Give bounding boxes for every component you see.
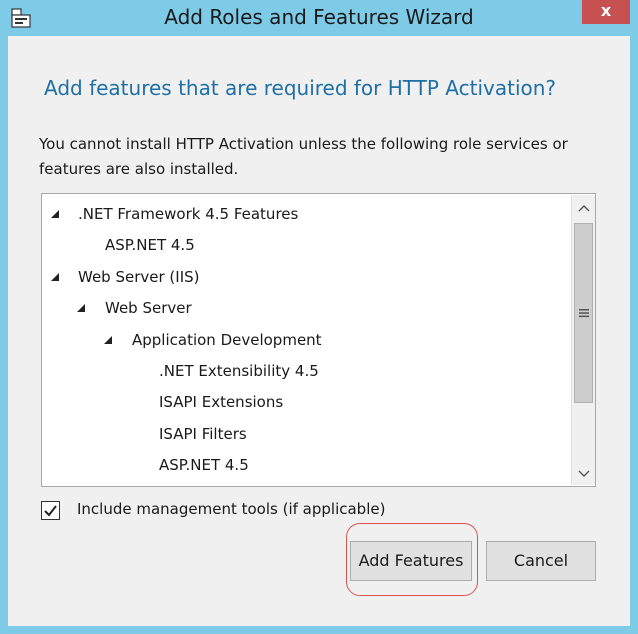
tree-item[interactable]: Web Server (IIS) (42, 265, 567, 289)
tree-item[interactable]: .NET Framework 4.5 Features (42, 202, 567, 226)
title-bar[interactable]: Add Roles and Features Wizard x (0, 0, 638, 36)
window-bottom-border (8, 626, 630, 634)
expanded-triangle-icon[interactable] (103, 335, 113, 345)
tree-item-label: Web Server (IIS) (78, 267, 200, 286)
dialog-heading: Add features that are required for HTTP … (44, 76, 557, 100)
tree-item[interactable]: ASP.NET 4.5 (42, 453, 567, 477)
include-tools-checkbox[interactable] (41, 501, 60, 520)
tree-item[interactable]: Web Server (42, 296, 567, 320)
tree-item[interactable]: Application Development (42, 328, 567, 352)
expanded-triangle-icon[interactable] (50, 272, 60, 282)
tree-item-label: Web Server (105, 299, 192, 318)
tree-item-label: ASP.NET 4.5 (159, 456, 249, 475)
dialog-content: Add features that are required for HTTP … (8, 36, 630, 626)
cancel-button[interactable]: Cancel (486, 541, 596, 581)
tree-item[interactable]: ISAPI Filters (42, 422, 567, 446)
required-features-tree[interactable]: .NET Framework 4.5 Features ASP.NET 4.5 We… (41, 193, 596, 487)
tree-item[interactable]: ASP.NET 4.5 (42, 233, 567, 257)
tree-item-label: .NET Framework 4.5 Features (78, 205, 299, 223)
tree-item-label: .NET Extensibility 4.5 (159, 362, 319, 380)
dialog-description: You cannot install HTTP Activation unles… (39, 135, 568, 178)
include-tools-label: Include management tools (if applicable) (77, 500, 386, 518)
include-management-tools-row[interactable]: Include management tools (if applicable) (41, 500, 441, 523)
tree-item-label: ISAPI Filters (159, 424, 247, 443)
expanded-triangle-icon[interactable] (50, 209, 60, 219)
tree-item-label: ISAPI Extensions (159, 393, 284, 412)
tree-item[interactable]: .NET Extensibility 4.5 (42, 359, 567, 383)
add-features-button[interactable]: Add Features (350, 541, 472, 581)
scroll-up-arrow-icon[interactable] (572, 197, 595, 219)
vertical-scrollbar[interactable] (571, 195, 595, 485)
expanded-triangle-icon[interactable] (76, 303, 86, 313)
tree-item-label: ASP.NET 4.5 (105, 236, 195, 255)
scroll-down-arrow-icon[interactable] (572, 463, 595, 485)
close-button[interactable]: x (582, 0, 630, 24)
checkmark-icon (44, 505, 57, 517)
wizard-window: Add Roles and Features Wizard x Add feat… (0, 0, 638, 634)
tree-item-label: Application Development (132, 330, 322, 349)
window-title: Add Roles and Features Wizard (164, 5, 474, 29)
tree-item[interactable]: ISAPI Extensions (42, 390, 567, 414)
scroll-thumb[interactable] (574, 223, 593, 403)
grip-icon (579, 309, 589, 318)
